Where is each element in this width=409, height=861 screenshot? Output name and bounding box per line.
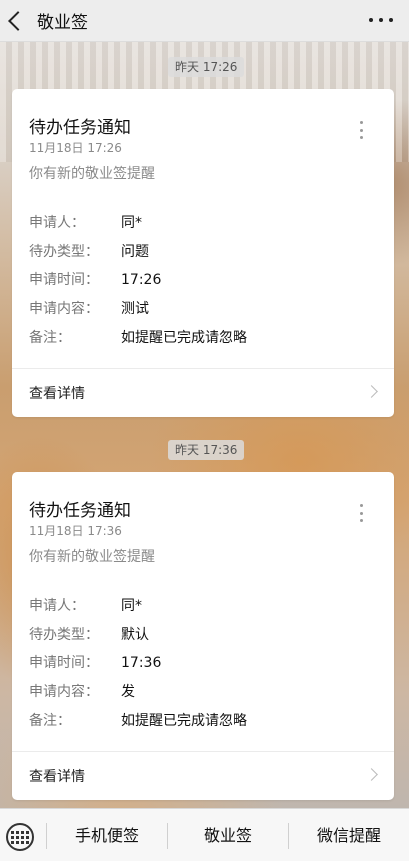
notification-card[interactable]: 待办任务通知 11月18日 17:36 你有新的敬业签提醒 申请人： 同* 待办… <box>12 472 394 800</box>
field-label: 申请内容： <box>29 301 99 317</box>
field-value: 如提醒已完成请忽略 <box>121 330 247 346</box>
field-value: 17:26 <box>121 272 162 288</box>
field-label: 备注： <box>29 330 71 346</box>
field-label: 申请人： <box>29 598 85 614</box>
field-label: 待办类型： <box>29 244 99 260</box>
field-value: 同* <box>121 215 142 231</box>
field-label: 申请内容： <box>29 684 99 700</box>
card-title: 待办任务通知 <box>29 118 131 138</box>
field-label: 申请人： <box>29 215 85 231</box>
back-arrow-icon[interactable] <box>8 10 28 31</box>
view-details-link[interactable]: 查看详情 <box>12 752 394 800</box>
message-timestamp: 昨天 17:26 <box>168 57 245 77</box>
field-value: 问题 <box>121 244 149 260</box>
field-value: 17:36 <box>121 655 162 671</box>
card-date: 11月18日 17:26 <box>29 141 122 155</box>
field-value: 同* <box>121 598 142 614</box>
message-timestamp: 昨天 17:36 <box>168 440 245 460</box>
field-value: 如提醒已完成请忽略 <box>121 713 247 729</box>
menu-item-jingyeqian[interactable]: 敬业签 <box>168 809 288 861</box>
menu-item-wechat-reminder[interactable]: 微信提醒 <box>289 809 409 861</box>
view-details-link[interactable]: 查看详情 <box>12 369 394 417</box>
notification-card[interactable]: 待办任务通知 11月18日 17:26 你有新的敬业签提醒 申请人： 同* 待办… <box>12 89 394 417</box>
field-value: 默认 <box>121 627 149 643</box>
view-details-label: 查看详情 <box>29 386 85 402</box>
keyboard-icon[interactable] <box>6 823 34 851</box>
card-description: 你有新的敬业签提醒 <box>29 549 155 565</box>
card-title: 待办任务通知 <box>29 501 131 521</box>
view-details-label: 查看详情 <box>29 769 85 785</box>
card-menu-icon[interactable] <box>360 504 364 522</box>
field-label: 申请时间： <box>29 272 99 288</box>
chevron-right-icon <box>365 768 378 781</box>
field-value: 发 <box>121 684 135 700</box>
field-label: 待办类型： <box>29 627 99 643</box>
card-date: 11月18日 17:36 <box>29 524 122 538</box>
page-title: 敬业签 <box>37 13 88 33</box>
top-navigation-bar: 敬业签 <box>0 0 409 42</box>
field-label: 备注： <box>29 713 71 729</box>
more-options-icon[interactable] <box>369 10 393 30</box>
field-value: 测试 <box>121 301 149 317</box>
card-menu-icon[interactable] <box>360 121 364 139</box>
bottom-menu-bar: 手机便签 敬业签 微信提醒 <box>0 808 409 861</box>
card-description: 你有新的敬业签提醒 <box>29 166 155 182</box>
menu-item-phone-notes[interactable]: 手机便签 <box>47 809 167 861</box>
chevron-right-icon <box>365 385 378 398</box>
field-label: 申请时间： <box>29 655 99 671</box>
